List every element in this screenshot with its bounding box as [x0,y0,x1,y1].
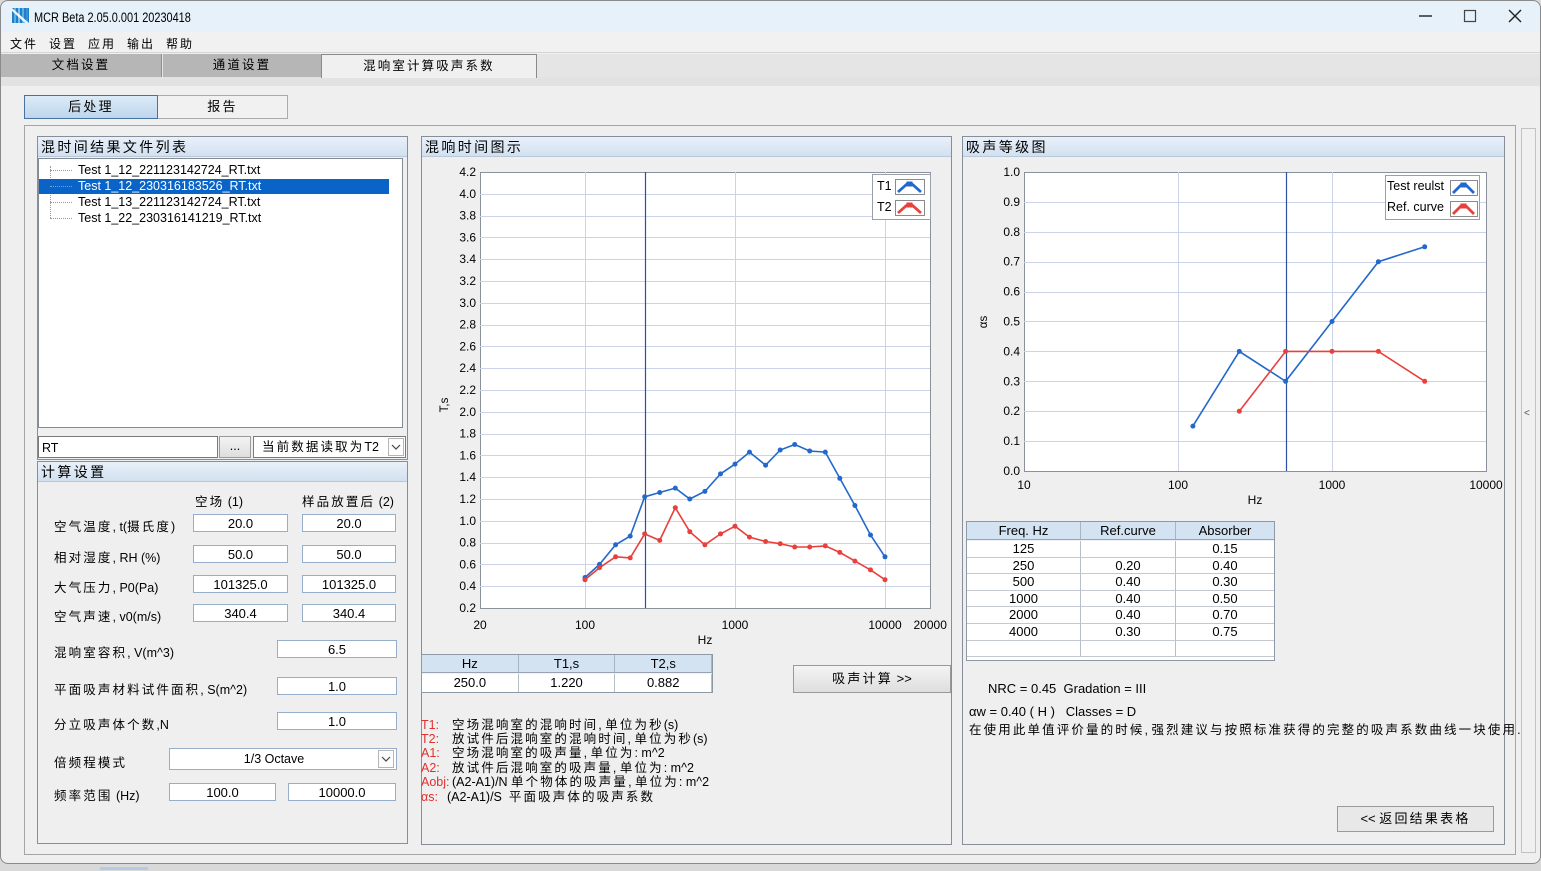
svg-text:1.2: 1.2 [459,492,476,506]
svg-text:0.4: 0.4 [459,579,476,593]
svg-text:3.4: 3.4 [459,252,476,266]
svg-text:4.0: 4.0 [459,187,476,201]
svg-text:2.0: 2.0 [459,405,476,419]
svg-text:2.2: 2.2 [459,383,476,397]
svg-text:3.8: 3.8 [459,209,476,223]
svg-text:2.4: 2.4 [459,361,476,375]
svg-text:Hz: Hz [698,633,713,647]
svg-text:0.8: 0.8 [1003,225,1020,239]
svg-text:10000: 10000 [1469,478,1503,492]
svg-text:0.6: 0.6 [459,557,476,571]
svg-text:3.2: 3.2 [459,274,476,288]
svg-text:3.6: 3.6 [459,230,476,244]
svg-text:100: 100 [1168,478,1188,492]
svg-text:3.0: 3.0 [459,296,476,310]
svg-text:0.5: 0.5 [1003,315,1020,329]
svg-text:0.1: 0.1 [1003,434,1020,448]
svg-text:0.7: 0.7 [1003,255,1020,269]
svg-text:4.2: 4.2 [459,165,476,179]
svg-text:1.4: 1.4 [459,470,476,484]
svg-text:0.6: 0.6 [1003,285,1020,299]
svg-text:2.8: 2.8 [459,318,476,332]
svg-text:10: 10 [1017,478,1031,492]
svg-text:Test reulst: Test reulst [1387,179,1444,193]
svg-text:αs: αs [978,316,990,329]
svg-text:T,s: T,s [439,397,451,412]
svg-text:0.2: 0.2 [1003,404,1020,418]
svg-text:1.0: 1.0 [459,514,476,528]
svg-text:0.4: 0.4 [1003,344,1020,358]
svg-text:1.0: 1.0 [1003,165,1020,179]
svg-text:1000: 1000 [722,618,749,632]
svg-text:0.8: 0.8 [459,536,476,550]
svg-text:0.0: 0.0 [1003,464,1020,478]
svg-text:0.9: 0.9 [1003,195,1020,209]
svg-text:Hz: Hz [1248,493,1263,507]
svg-text:T1: T1 [877,179,892,193]
svg-text:1.8: 1.8 [459,427,476,441]
svg-text:0.3: 0.3 [1003,374,1020,388]
svg-text:1.6: 1.6 [459,448,476,462]
svg-text:100: 100 [575,618,595,632]
svg-text:0.2: 0.2 [459,601,476,615]
svg-text:10000: 10000 [868,618,902,632]
svg-text:T2: T2 [877,200,892,214]
svg-text:Ref. curve: Ref. curve [1387,200,1444,214]
svg-text:20000: 20000 [914,618,948,632]
svg-text:1000: 1000 [1319,478,1346,492]
svg-text:20: 20 [473,618,487,632]
svg-text:2.6: 2.6 [459,339,476,353]
